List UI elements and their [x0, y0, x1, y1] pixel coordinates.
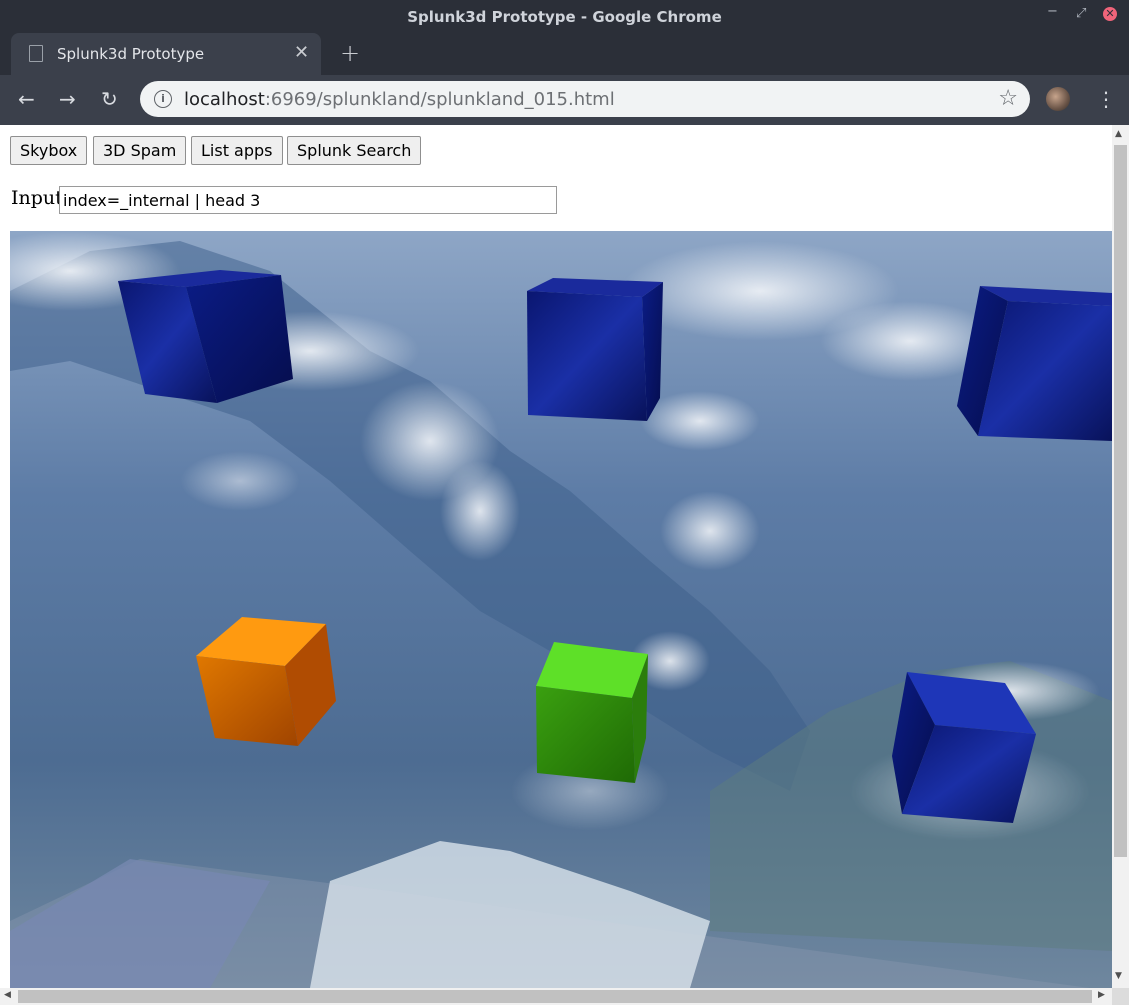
scroll-right-icon[interactable]: ▶ — [1098, 990, 1105, 1000]
minimize-icon[interactable]: − — [1047, 4, 1058, 19]
scroll-up-icon[interactable]: ▲ — [1115, 129, 1122, 139]
profile-avatar[interactable] — [1046, 87, 1070, 111]
blue-cube-2 — [527, 278, 663, 421]
blue-cube-1 — [118, 270, 293, 403]
tab-label: Splunk3d Prototype — [57, 45, 205, 63]
bookmark-star-icon[interactable]: ☆ — [998, 86, 1018, 111]
new-tab-icon[interactable]: + — [340, 39, 360, 67]
tab-strip: Splunk3d Prototype ✕ + — [0, 33, 1129, 75]
tab-splunk3d[interactable]: Splunk3d Prototype ✕ — [11, 33, 321, 75]
window-title: Splunk3d Prototype - Google Chrome — [407, 8, 722, 26]
vertical-scrollbar[interactable]: ▲ ▼ — [1112, 125, 1129, 988]
page-icon — [29, 45, 43, 62]
list-apps-button[interactable]: List apps — [191, 136, 283, 165]
vertical-scroll-thumb[interactable] — [1114, 145, 1127, 857]
maximize-icon[interactable]: ⤢ — [1076, 6, 1086, 21]
3d-scene-canvas[interactable] — [10, 231, 1112, 988]
url-path: :6969/splunkland/splunkland_015.html — [264, 89, 615, 110]
forward-icon[interactable]: → — [59, 87, 76, 111]
browser-toolbar: ← → ↻ i localhost:6969/splunkland/splunk… — [0, 75, 1129, 125]
blue-cube-3 — [957, 286, 1112, 441]
skybox-button[interactable]: Skybox — [10, 136, 88, 165]
splunk-search-button[interactable]: Splunk Search — [287, 136, 422, 165]
scroll-down-icon[interactable]: ▼ — [1115, 971, 1122, 981]
menu-icon[interactable]: ⋮ — [1096, 87, 1116, 111]
close-icon[interactable]: ✕ — [1103, 7, 1117, 21]
tab-close-icon[interactable]: ✕ — [294, 42, 309, 63]
input-label: Input — [11, 187, 63, 209]
window-titlebar: Splunk3d Prototype - Google Chrome − ⤢ ✕ — [0, 0, 1129, 33]
back-icon[interactable]: ← — [18, 87, 35, 111]
scrollbar-corner — [1112, 988, 1129, 1005]
info-icon[interactable]: i — [154, 90, 172, 108]
reload-icon[interactable]: ↻ — [101, 87, 118, 111]
green-cube — [536, 642, 648, 783]
horizontal-scroll-thumb[interactable] — [18, 990, 1092, 1003]
search-input[interactable] — [59, 186, 557, 214]
horizontal-scrollbar[interactable]: ◀ ▶ — [0, 988, 1112, 1005]
scene-svg — [10, 231, 1112, 988]
3d-spam-button[interactable]: 3D Spam — [93, 136, 187, 165]
address-bar[interactable]: i localhost:6969/splunkland/splunkland_0… — [140, 81, 1030, 117]
url-text[interactable]: localhost:6969/splunkland/splunkland_015… — [184, 89, 615, 110]
url-host: localhost — [184, 89, 265, 110]
page-content: Skybox 3D Spam List apps Splunk Search I… — [0, 125, 1112, 988]
scroll-left-icon[interactable]: ◀ — [4, 990, 11, 1000]
